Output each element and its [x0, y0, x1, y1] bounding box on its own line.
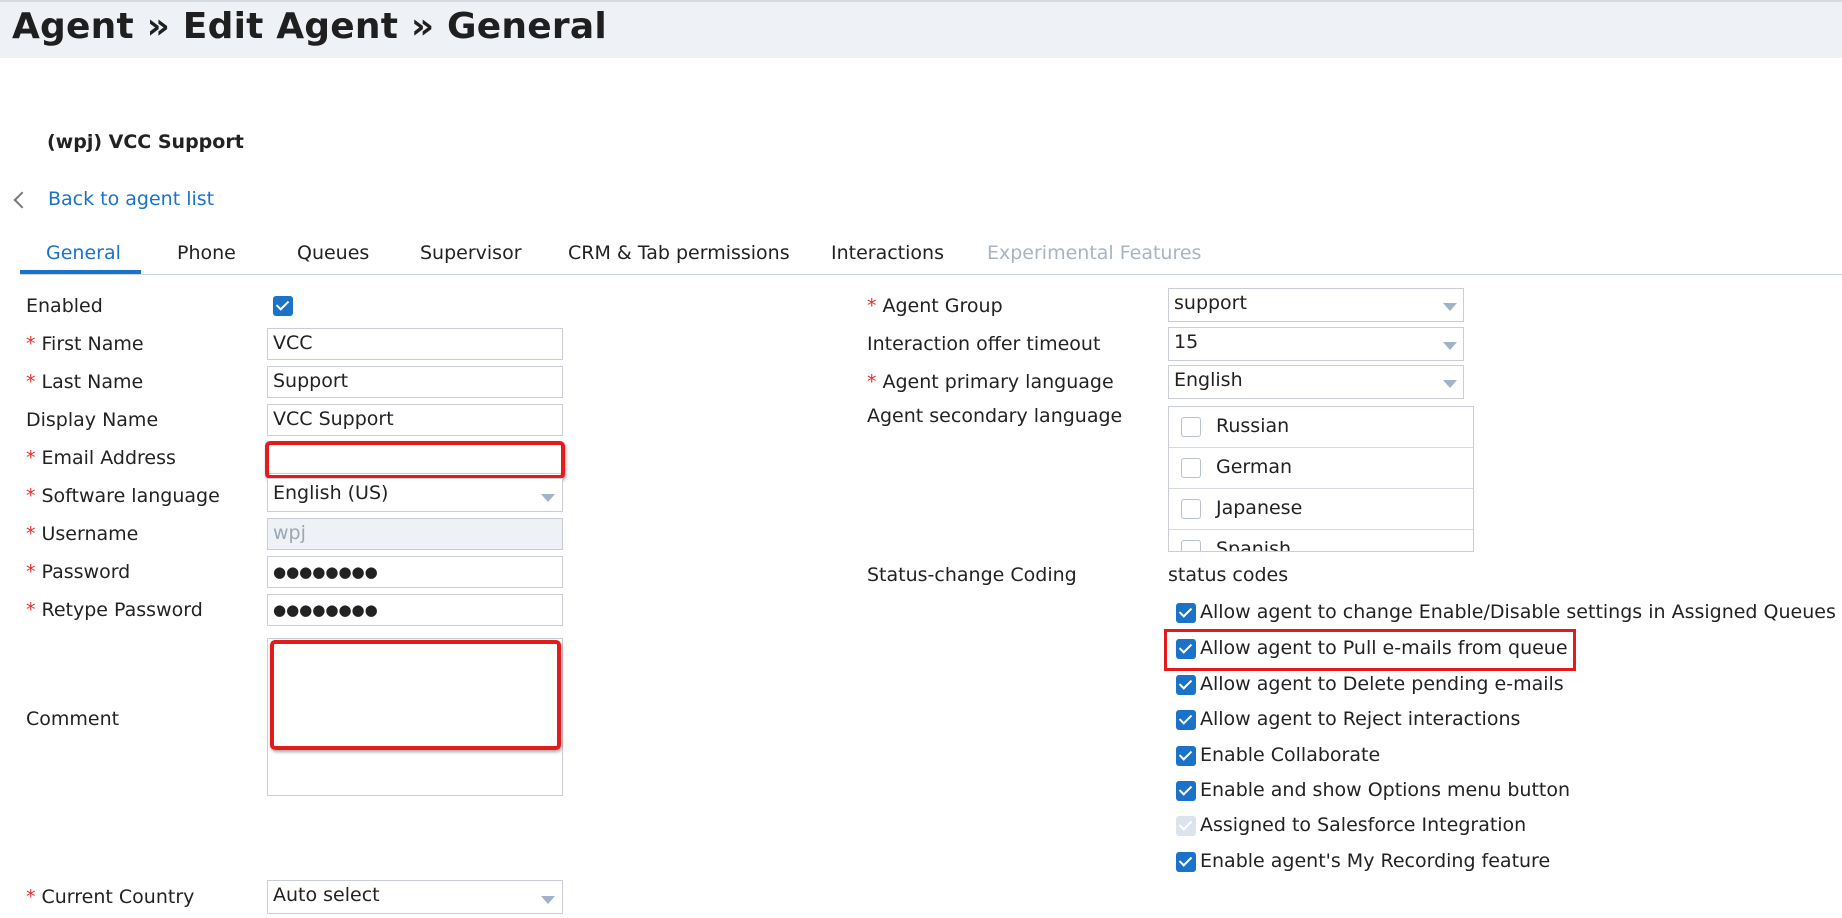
chevron-down-icon	[1443, 342, 1457, 350]
username-field: wpj	[267, 518, 563, 550]
permission-label: Enable Collaborate	[1200, 744, 1381, 766]
retype-password-field[interactable]: ●●●●●●●●	[267, 594, 563, 626]
language-option-label: Japanese	[1216, 497, 1303, 519]
pull-emails-highlight	[1164, 629, 1576, 671]
list-item[interactable]: German	[1169, 448, 1473, 489]
software-language-select[interactable]: English (US)	[267, 478, 563, 512]
software-language-label: * Software language	[26, 485, 220, 507]
permission-checkbox[interactable]	[1176, 710, 1196, 730]
permission-label: Allow agent to Delete pending e-mails	[1200, 673, 1564, 695]
username-label: * Username	[26, 523, 139, 545]
offer-timeout-label: Interaction offer timeout	[867, 333, 1101, 355]
list-item[interactable]: Spanish	[1169, 530, 1473, 552]
agent-name: (wpj) VCC Support	[47, 131, 244, 153]
permission-checkbox[interactable]	[1176, 852, 1196, 872]
agent-group-label: * Agent Group	[867, 295, 1003, 317]
chevron-left-icon	[13, 191, 31, 209]
list-item[interactable]: Russian	[1169, 407, 1473, 448]
tab-supervisor[interactable]: Supervisor	[420, 242, 522, 264]
back-link-label: Back to agent list	[48, 188, 215, 210]
tab-general[interactable]: General	[46, 242, 121, 264]
comment-highlight	[270, 640, 561, 750]
spanish-checkbox[interactable]	[1181, 540, 1201, 551]
comment-label: Comment	[26, 708, 120, 730]
active-tab-indicator	[20, 270, 141, 274]
permission-label: Assigned to Salesforce Integration	[1200, 814, 1527, 836]
last-name-field[interactable]: Support	[267, 366, 563, 398]
japanese-checkbox[interactable]	[1181, 499, 1201, 519]
language-option-label: Russian	[1216, 415, 1290, 437]
secondary-language-list[interactable]: Russian German Japanese Spanish	[1168, 406, 1474, 552]
permission-checkbox	[1176, 816, 1196, 836]
german-checkbox[interactable]	[1181, 458, 1201, 478]
permission-label: Enable agent's My Recording feature	[1200, 850, 1551, 872]
current-country-select[interactable]: Auto select	[267, 880, 563, 914]
secondary-language-label: Agent secondary language	[867, 405, 1123, 427]
permission-checkbox[interactable]	[1176, 746, 1196, 766]
tab-interactions[interactable]: Interactions	[831, 242, 944, 264]
display-name-field[interactable]: VCC Support	[267, 404, 563, 436]
tab-experimental-features: Experimental Features	[987, 242, 1202, 264]
chevron-down-icon	[1443, 380, 1457, 388]
chevron-down-icon	[541, 494, 555, 502]
page-title: Agent » Edit Agent » General	[12, 6, 607, 47]
permission-checkbox[interactable]	[1176, 675, 1196, 695]
first-name-label: * First Name	[26, 333, 144, 355]
retype-password-label: * Retype Password	[26, 599, 203, 621]
list-item[interactable]: Japanese	[1169, 489, 1473, 530]
status-coding-value: status codes	[1168, 564, 1289, 586]
tab-phone[interactable]: Phone	[177, 242, 236, 264]
primary-language-label: * Agent primary language	[867, 371, 1114, 393]
email-highlight	[265, 441, 565, 479]
enabled-checkbox[interactable]	[273, 296, 293, 316]
email-label: * Email Address	[26, 447, 176, 469]
primary-language-select[interactable]: English	[1168, 365, 1464, 399]
offer-timeout-select[interactable]: 15	[1168, 327, 1464, 361]
page-header: Agent » Edit Agent » General	[0, 0, 1842, 58]
tab-crm-permissions[interactable]: CRM & Tab permissions	[568, 242, 790, 264]
first-name-field[interactable]: VCC	[267, 328, 563, 360]
permission-label: Allow agent to change Enable/Disable set…	[1200, 601, 1836, 623]
chevron-down-icon	[541, 896, 555, 904]
last-name-label: * Last Name	[26, 371, 144, 393]
tab-bar: General Phone Queues Supervisor CRM & Ta…	[20, 232, 1842, 275]
permission-checkbox[interactable]	[1176, 781, 1196, 801]
russian-checkbox[interactable]	[1181, 417, 1201, 437]
language-option-label: Spanish	[1216, 538, 1292, 552]
permission-label: Enable and show Options menu button	[1200, 779, 1571, 801]
language-option-label: German	[1216, 456, 1293, 478]
display-name-label: Display Name	[26, 409, 159, 431]
permission-label: Allow agent to Reject interactions	[1200, 708, 1521, 730]
agent-group-select[interactable]: support	[1168, 288, 1464, 322]
current-country-label: * Current Country	[26, 886, 195, 908]
password-field[interactable]: ●●●●●●●●	[267, 556, 563, 588]
back-to-agent-list-link[interactable]: Back to agent list	[13, 188, 215, 210]
enabled-label: Enabled	[26, 295, 103, 317]
password-label: * Password	[26, 561, 131, 583]
permission-checkbox[interactable]	[1176, 603, 1196, 623]
tab-queues[interactable]: Queues	[297, 242, 369, 264]
chevron-down-icon	[1443, 303, 1457, 311]
status-coding-label: Status-change Coding	[867, 564, 1077, 586]
